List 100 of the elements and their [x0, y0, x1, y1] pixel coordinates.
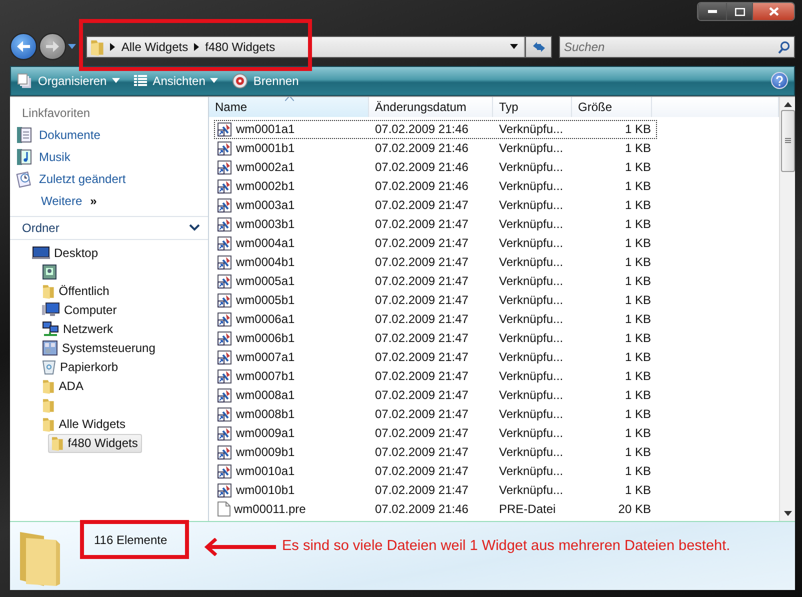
name-cell: wm0008a1 — [215, 387, 375, 404]
monitor-icon — [32, 246, 50, 260]
minimize-button[interactable] — [698, 3, 726, 20]
help-button[interactable] — [771, 72, 788, 90]
grip-icon — [784, 138, 790, 144]
folders-header[interactable]: Ordner — [10, 216, 208, 240]
type-cell-text: Verknüpfu... — [499, 122, 564, 136]
column-header[interactable]: Größe — [572, 96, 652, 117]
breadcrumb-item[interactable]: f480 Widgets — [205, 40, 276, 54]
file-row[interactable]: wm0001a1 07.02.2009 21:46 Verknüpfu... 1 KB — [214, 120, 657, 139]
file-row[interactable]: wm0004a1 07.02.2009 21:47 Verknüpfu... 1 KB — [214, 234, 657, 253]
file-row[interactable]: wm0005b1 07.02.2009 21:47 Verknüpfu... 1 KB — [214, 290, 657, 310]
size-cell-text: 1 KB — [624, 293, 652, 308]
annotation-note: Es sind so viele Dateien weil 1 Widget aus mehreren Dateien besteht. — [282, 538, 730, 554]
file-row[interactable]: wm0004b1 07.02.2009 21:47 Verknüpfu... 1 KB — [214, 252, 657, 272]
music-icon — [16, 148, 32, 166]
folder-tree-item[interactable]: Systemsteuerung — [40, 338, 158, 358]
favorite-link[interactable]: Zuletzt geändert — [10, 168, 208, 190]
shortcut-icon — [217, 349, 233, 366]
chevron-icon — [110, 42, 116, 51]
file-row[interactable]: wm0005a1 07.02.2009 21:47 Verknüpfu... 1 KB — [214, 272, 657, 291]
type-cell-text: Verknüpfu... — [499, 312, 564, 326]
file-row[interactable]: wm0001b1 07.02.2009 21:46 Verknüpfu... 1 KB — [214, 138, 657, 158]
file-row[interactable]: wm0002b1 07.02.2009 21:46 Verknüpfu... 1 KB — [214, 176, 657, 196]
date-cell-text: 07.02.2009 21:47 — [375, 388, 470, 402]
folder-tree-item[interactable]: Papierkorb — [40, 358, 122, 377]
file-row[interactable]: wm0002a1 07.02.2009 21:46 Verknüpfu... 1 KB — [214, 158, 657, 177]
scrollbar[interactable] — [779, 96, 795, 521]
breadcrumb-item[interactable]: Alle Widgets — [121, 40, 188, 54]
folder-tree-item[interactable]: f480 Widgets — [48, 434, 142, 453]
file-row[interactable]: wm0007a1 07.02.2009 21:47 Verknüpfu... 1 KB — [214, 348, 657, 367]
search-field[interactable]: Suchen — [559, 36, 795, 58]
size-cell-text: 1 KB — [624, 407, 652, 422]
folder-tree-item[interactable]: ADA — [40, 376, 86, 396]
size-cell-text: 1 KB — [624, 179, 652, 194]
shortcut-icon — [217, 273, 233, 290]
toolbar-button[interactable]: Ansichten — [134, 74, 218, 88]
shortcut-icon — [217, 121, 233, 138]
folder-tree-item[interactable]: Öffentlich — [40, 282, 112, 301]
caret-icon — [68, 44, 76, 50]
type-cell-text: Verknüpfu... — [499, 141, 564, 156]
date-cell-text: 07.02.2009 21:46 — [375, 502, 470, 516]
shortcut-icon — [217, 368, 233, 384]
forward-button[interactable] — [39, 33, 66, 60]
file-row[interactable]: wm0009a1 07.02.2009 21:47 Verknüpfu... 1 KB — [214, 424, 657, 443]
shortcut-icon — [217, 292, 233, 308]
caret-icon — [112, 78, 120, 84]
name-cell: wm00011.pre — [215, 501, 375, 518]
name-cell: wm0008b1 — [215, 406, 375, 422]
size-cell-text: 1 KB — [624, 445, 652, 460]
address-bar[interactable]: Alle Widgets f480 Widgets — [86, 36, 526, 58]
maximize-button[interactable] — [726, 3, 752, 20]
name-cell: wm0006a1 — [215, 311, 375, 328]
type-cell-text: Verknüpfu... — [499, 160, 564, 174]
date-cell-text: 07.02.2009 21:47 — [375, 198, 470, 212]
folder-tree-item[interactable]: Alle Widgets — [40, 414, 128, 434]
file-row[interactable]: wm0008a1 07.02.2009 21:47 Verknüpfu... 1 KB — [214, 386, 657, 405]
favorite-link[interactable]: Musik — [10, 146, 208, 168]
file-row[interactable]: wm0006b1 07.02.2009 21:47 Verknüpfu... 1 KB — [214, 328, 657, 348]
type-cell-text: Verknüpfu... — [499, 426, 564, 440]
toolbar-button[interactable]: Organisieren — [17, 72, 120, 89]
scroll-thumb[interactable] — [780, 110, 794, 172]
favorite-link[interactable]: Dokumente — [10, 124, 208, 146]
file-row[interactable]: wm0006a1 07.02.2009 21:47 Verknüpfu... 1 KB — [214, 310, 657, 329]
file-row[interactable]: wm0003b1 07.02.2009 21:47 Verknüpfu... 1 KB — [214, 214, 657, 234]
date-cell-text: 07.02.2009 21:47 — [375, 407, 470, 422]
file-row[interactable]: wm0010b1 07.02.2009 21:47 Verknüpfu... 1 KB — [214, 480, 657, 500]
recent-items-icon — [16, 170, 32, 188]
file-row[interactable]: wm0003a1 07.02.2009 21:47 Verknüpfu... 1 KB — [214, 196, 657, 215]
close-button[interactable] — [752, 3, 794, 20]
file-row[interactable]: wm0008b1 07.02.2009 21:47 Verknüpfu... 1 KB — [214, 404, 657, 424]
column-header[interactable]: Name — [209, 96, 369, 117]
file-row[interactable]: wm0009b1 07.02.2009 21:47 Verknüpfu... 1 KB — [214, 442, 657, 462]
file-row[interactable]: wm0010a1 07.02.2009 21:47 Verknüpfu... 1 KB — [214, 462, 657, 481]
name-cell: wm0001a1 — [215, 121, 375, 138]
file-row[interactable]: wm0007b1 07.02.2009 21:47 Verknüpfu... 1 KB — [214, 366, 657, 386]
name-cell: wm0004b1 — [215, 254, 375, 270]
type-cell-text: Verknüpfu... — [499, 350, 564, 364]
back-button[interactable] — [10, 33, 37, 60]
column-header[interactable]: Typ — [493, 96, 572, 117]
name-cell: wm0002b1 — [215, 178, 375, 194]
refresh-button[interactable] — [526, 36, 552, 58]
search-icon — [778, 40, 790, 54]
column-header[interactable]: Änderungsdatum — [369, 96, 493, 117]
name-cell: wm0005b1 — [215, 292, 375, 308]
folder-tree-item[interactable]: Computer — [40, 300, 120, 320]
date-cell-text: 07.02.2009 21:46 — [375, 141, 470, 156]
folder-tree-item[interactable]: Desktop — [30, 244, 102, 263]
close-icon — [768, 7, 778, 16]
shortcut-icon — [217, 444, 233, 460]
folder-tree-item[interactable]: Netzwerk — [40, 320, 116, 339]
folder-icon — [42, 397, 55, 414]
type-cell-text: Verknüpfu... — [499, 198, 564, 212]
file-row[interactable]: wm00011.pre 07.02.2009 21:46 PRE-Datei 20 KB — [214, 500, 657, 519]
toolbar-button[interactable]: Brennen — [232, 72, 299, 89]
name-cell: wm0003b1 — [215, 216, 375, 232]
shortcut-icon — [217, 140, 233, 156]
more-link[interactable]: Weitere » — [10, 190, 208, 212]
date-cell-text: 07.02.2009 21:47 — [375, 274, 470, 288]
control-panel-icon — [42, 340, 58, 356]
